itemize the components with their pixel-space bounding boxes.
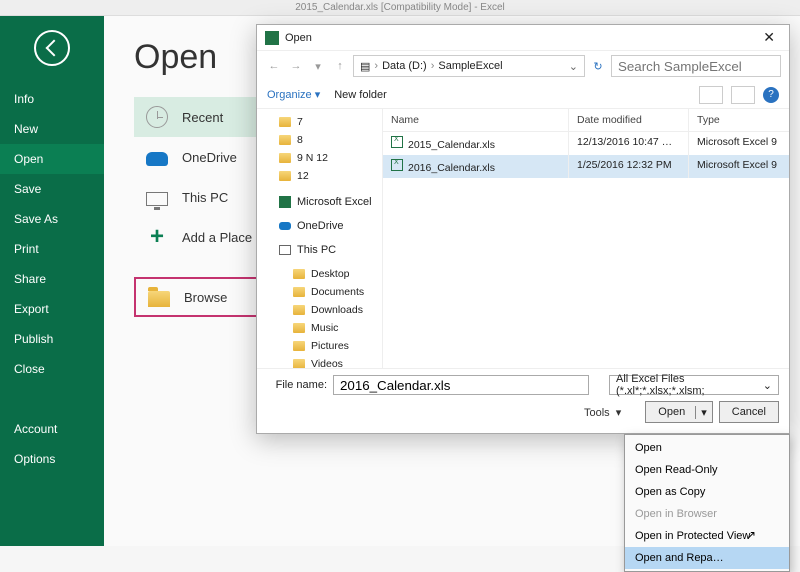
search-input[interactable] bbox=[611, 55, 781, 77]
cancel-button[interactable]: Cancel bbox=[719, 401, 779, 423]
nav-up-icon[interactable]: ↑ bbox=[331, 57, 349, 75]
filename-label: File name: bbox=[267, 379, 327, 391]
tree-this-pc[interactable]: This PC bbox=[257, 241, 382, 259]
pc-icon bbox=[146, 192, 168, 206]
backstage-sidebar: InfoNewOpenSaveSave AsPrintShareExportPu… bbox=[0, 16, 104, 546]
file-type-filter[interactable]: All Excel Files (*.xl*;*.xlsx;*.xlsm; ⌄ bbox=[609, 375, 779, 395]
tree-folder[interactable]: 12 bbox=[257, 167, 382, 185]
open-item-label: Add a Place bbox=[182, 230, 252, 245]
menu-open-read-only[interactable]: Open Read-Only bbox=[625, 459, 789, 481]
folder-tree[interactable]: 789 N 1212 Microsoft Excel OneDrive This PC… bbox=[257, 109, 383, 368]
folder-icon bbox=[293, 305, 305, 315]
open-split-icon[interactable]: ▾ bbox=[695, 406, 712, 419]
backstage-save[interactable]: Save bbox=[0, 174, 104, 204]
menu-open-in-browser: Open in Browser bbox=[625, 503, 789, 525]
backstage-export[interactable]: Export bbox=[0, 294, 104, 324]
crumb-folder[interactable]: SampleExcel bbox=[438, 60, 502, 72]
folder-icon bbox=[279, 171, 291, 181]
tools-menu[interactable]: Tools ▾ bbox=[584, 406, 621, 419]
folder-icon bbox=[279, 117, 291, 127]
open-button[interactable]: Open▾ bbox=[645, 401, 712, 423]
folder-icon bbox=[279, 135, 291, 145]
open-file-dialog: Open ✕ ← → ▾ ↑ ▤ › Data (D:) › SampleExc… bbox=[256, 24, 790, 434]
cloud-icon bbox=[279, 222, 291, 230]
file-list: Name Date modified Type 2015_Calendar.xl… bbox=[383, 109, 789, 368]
new-folder-button[interactable]: New folder bbox=[334, 89, 387, 101]
folder-icon bbox=[148, 291, 170, 307]
xls-file-icon bbox=[391, 159, 403, 171]
backstage-publish[interactable]: Publish bbox=[0, 324, 104, 354]
col-name[interactable]: Name bbox=[383, 109, 569, 131]
tree-folder[interactable]: 7 bbox=[257, 113, 382, 131]
tree-microsoft-excel[interactable]: Microsoft Excel bbox=[257, 193, 382, 211]
col-date[interactable]: Date modified bbox=[569, 109, 689, 131]
view-options-button[interactable] bbox=[699, 86, 723, 104]
nav-back-icon[interactable]: ← bbox=[265, 57, 283, 75]
xls-file-icon bbox=[391, 136, 403, 148]
folder-icon bbox=[293, 359, 305, 368]
tree-downloads[interactable]: Downloads bbox=[257, 301, 382, 319]
recent-icon bbox=[146, 106, 168, 128]
plus-icon: + bbox=[146, 226, 168, 248]
open-item-label: Recent bbox=[182, 110, 223, 125]
organize-menu[interactable]: Organize ▾ bbox=[267, 88, 320, 101]
col-type[interactable]: Type bbox=[689, 109, 789, 131]
back-button[interactable] bbox=[34, 30, 70, 66]
excel-icon bbox=[265, 31, 279, 45]
folder-icon bbox=[279, 153, 291, 163]
tree-folder[interactable]: 9 N 12 bbox=[257, 149, 382, 167]
refresh-icon[interactable]: ↻ bbox=[589, 57, 607, 75]
backstage-close[interactable]: Close bbox=[0, 354, 104, 384]
folder-icon bbox=[293, 287, 305, 297]
open-dropdown-menu[interactable]: OpenOpen Read-OnlyOpen as CopyOpen in Br… bbox=[624, 434, 790, 572]
open-item-label: This PC bbox=[182, 190, 228, 205]
filter-label: All Excel Files (*.xl*;*.xlsx;*.xlsm; bbox=[616, 373, 763, 397]
menu-open-and-repa-[interactable]: Open and Repa… bbox=[625, 547, 789, 569]
file-row[interactable]: 2016_Calendar.xls1/25/2016 12:32 PMMicro… bbox=[383, 155, 789, 178]
folder-icon bbox=[293, 323, 305, 333]
drive-icon: ▤ bbox=[360, 60, 370, 73]
file-list-header[interactable]: Name Date modified Type bbox=[383, 109, 789, 132]
file-row[interactable]: 2015_Calendar.xls12/13/2016 10:47 …Micro… bbox=[383, 132, 789, 155]
cloud-icon bbox=[146, 152, 168, 166]
backstage-info[interactable]: Info bbox=[0, 84, 104, 114]
tree-documents[interactable]: Documents bbox=[257, 283, 382, 301]
tree-onedrive[interactable]: OneDrive bbox=[257, 217, 382, 235]
backstage-new[interactable]: New bbox=[0, 114, 104, 144]
help-icon[interactable]: ? bbox=[763, 87, 779, 103]
open-item-label: OneDrive bbox=[182, 150, 237, 165]
menu-open[interactable]: Open bbox=[625, 437, 789, 459]
open-item-label: Browse bbox=[184, 290, 227, 305]
pc-icon bbox=[279, 245, 291, 255]
menu-open-in-protected-view[interactable]: Open in Protected View bbox=[625, 525, 789, 547]
breadcrumb[interactable]: ▤ › Data (D:) › SampleExcel ⌄ bbox=[353, 55, 585, 77]
tree-music[interactable]: Music bbox=[257, 319, 382, 337]
folder-icon bbox=[293, 341, 305, 351]
tree-folder[interactable]: 8 bbox=[257, 131, 382, 149]
backstage-options[interactable]: Options bbox=[0, 444, 104, 474]
tree-pictures[interactable]: Pictures bbox=[257, 337, 382, 355]
tree-desktop[interactable]: Desktop bbox=[257, 265, 382, 283]
chevron-down-icon[interactable]: ⌄ bbox=[763, 379, 772, 392]
crumb-drive[interactable]: Data (D:) bbox=[382, 60, 427, 72]
tree-videos[interactable]: Videos bbox=[257, 355, 382, 368]
close-icon[interactable]: ✕ bbox=[757, 29, 781, 46]
backstage-share[interactable]: Share bbox=[0, 264, 104, 294]
nav-fwd-icon[interactable]: → bbox=[287, 57, 305, 75]
excel-icon bbox=[279, 196, 291, 208]
filename-input[interactable] bbox=[333, 375, 589, 395]
backstage-account[interactable]: Account bbox=[0, 414, 104, 444]
backstage-save-as[interactable]: Save As bbox=[0, 204, 104, 234]
nav-recent-icon[interactable]: ▾ bbox=[309, 57, 327, 75]
backstage-print[interactable]: Print bbox=[0, 234, 104, 264]
dialog-title: Open bbox=[285, 32, 312, 44]
backstage-open[interactable]: Open bbox=[0, 144, 104, 174]
preview-pane-button[interactable] bbox=[731, 86, 755, 104]
chevron-down-icon[interactable]: ⌄ bbox=[569, 60, 578, 73]
app-titlebar: 2015_Calendar.xls [Compatibility Mode] -… bbox=[0, 0, 800, 16]
menu-open-as-copy[interactable]: Open as Copy bbox=[625, 481, 789, 503]
folder-icon bbox=[293, 269, 305, 279]
